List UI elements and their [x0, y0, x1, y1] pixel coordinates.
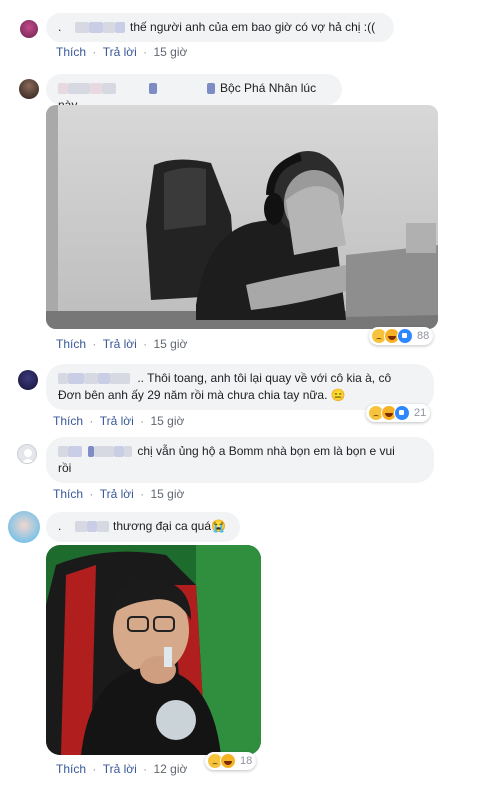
- like-button[interactable]: Thích: [56, 45, 86, 59]
- separator: ·: [89, 414, 94, 428]
- comment-actions: Thích · Trả lời · 15 giờ: [56, 337, 187, 351]
- comment-bubble: . thế người anh của em bao giờ có vợ hả …: [46, 13, 394, 42]
- default-profile-icon: [21, 449, 35, 463]
- separator: ·: [92, 45, 97, 59]
- comment-text-line1: Thôi toang, anh tôi lại quay về với cô k…: [147, 371, 392, 385]
- avatar[interactable]: [20, 20, 38, 38]
- reaction-count: 18: [240, 755, 253, 767]
- separator: ·: [140, 414, 145, 428]
- reply-button[interactable]: Trả lời: [103, 762, 137, 776]
- comment-bubble: Bộc Phá Nhân lúc này: [46, 74, 342, 112]
- like-button[interactable]: Thích: [56, 337, 86, 351]
- reaction-count: 88: [417, 330, 430, 342]
- person-gaming-chair-image: [46, 545, 261, 755]
- like-button[interactable]: Thích: [53, 487, 83, 501]
- comment-actions: Thích · Trả lời · 15 giờ: [53, 487, 184, 501]
- separator: ·: [143, 762, 148, 776]
- reply-button[interactable]: Trả lời: [100, 414, 134, 428]
- like-button[interactable]: Thích: [53, 414, 83, 428]
- reaction-summary[interactable]: 88: [369, 327, 434, 345]
- reaction-summary[interactable]: 18: [205, 752, 257, 770]
- separator: ·: [89, 487, 94, 501]
- comment-photo[interactable]: [46, 545, 261, 755]
- reply-button[interactable]: Trả lời: [103, 337, 137, 351]
- comment-text-line2: rồi: [58, 461, 72, 475]
- separator: ·: [92, 337, 97, 351]
- like-button[interactable]: Thích: [56, 762, 86, 776]
- comment-text-line2: Đơn bên anh ấy 29 năm rồi mà chưa chia t…: [58, 388, 346, 402]
- timestamp[interactable]: 12 giờ: [153, 762, 187, 776]
- comment-bubble: . thương đại ca quá😭: [46, 512, 240, 542]
- avatar[interactable]: [18, 370, 38, 390]
- avatar[interactable]: [17, 444, 37, 464]
- comment-actions: Thích · Trả lời · 12 giờ: [56, 762, 187, 776]
- reaction-count: 21: [414, 407, 427, 419]
- haha-reaction-icon: [220, 753, 236, 769]
- comment-actions: Thích · Trả lời · 15 giờ: [53, 414, 184, 428]
- like-reaction-icon: [397, 328, 413, 344]
- separator: ·: [143, 45, 148, 59]
- timestamp[interactable]: 15 giờ: [153, 337, 187, 351]
- person-gaming-chair-image: [46, 105, 438, 329]
- reply-button[interactable]: Trả lời: [100, 487, 134, 501]
- comment-photo[interactable]: [46, 105, 438, 329]
- comment-text: thế người anh của em bao giờ có vợ hả ch…: [130, 20, 376, 34]
- separator: ·: [143, 337, 148, 351]
- avatar[interactable]: [8, 511, 40, 543]
- timestamp[interactable]: 15 giờ: [150, 414, 184, 428]
- reply-button[interactable]: Trả lời: [103, 45, 137, 59]
- timestamp[interactable]: 15 giờ: [150, 487, 184, 501]
- comment-text-line1: chị vẫn ủng hộ a Bomm nhà bọn em là bọn …: [137, 444, 395, 458]
- separator: ·: [140, 487, 145, 501]
- avatar[interactable]: [19, 79, 39, 99]
- separator: ·: [92, 762, 97, 776]
- reaction-summary[interactable]: 21: [366, 404, 431, 422]
- timestamp[interactable]: 15 giờ: [153, 45, 187, 59]
- comment-text: thương đại ca quá😭: [113, 519, 226, 533]
- comment-actions: Thích · Trả lời · 15 giờ: [56, 45, 187, 59]
- comment-bubble: chị vẫn ủng hộ a Bomm nhà bọn em là bọn …: [46, 437, 434, 483]
- like-reaction-icon: [394, 405, 410, 421]
